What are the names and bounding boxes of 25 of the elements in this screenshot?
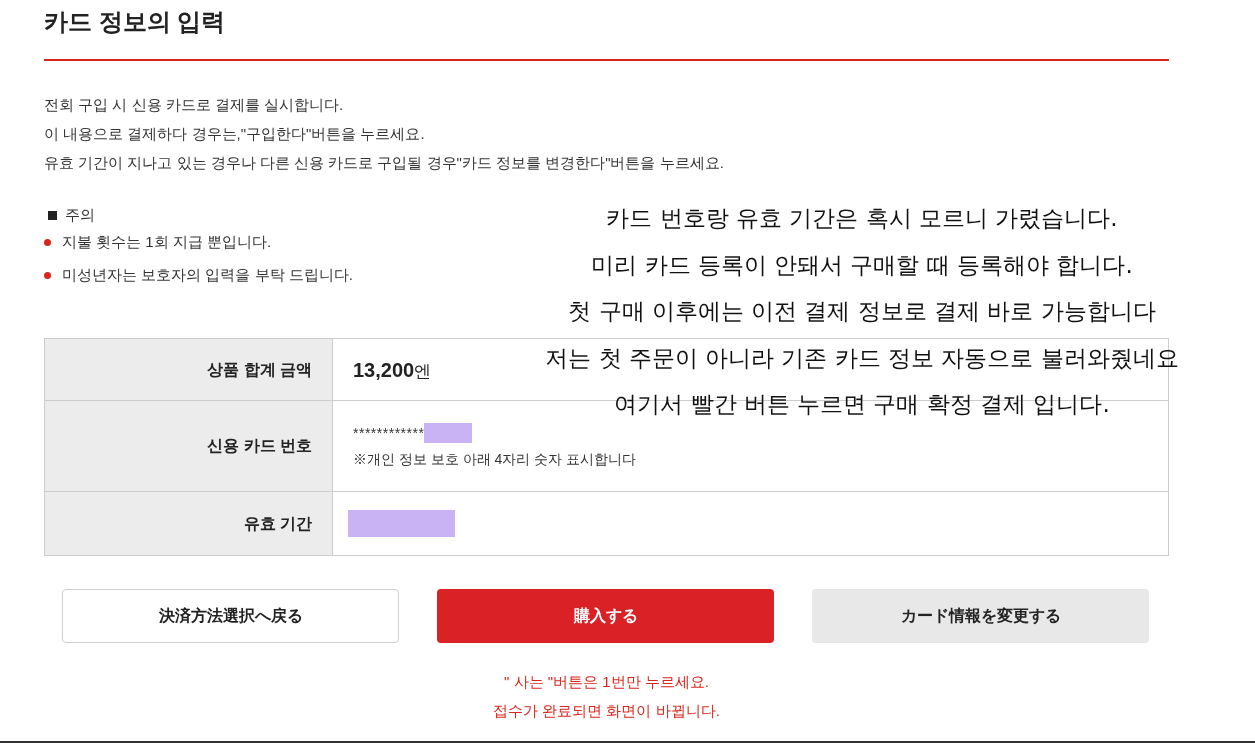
annotation-text: 첫 구매 이후에는 이전 결제 정보로 결제 바로 가능합니다 [568,297,1156,326]
masked-card-number: ************ [353,424,425,443]
square-bullet-icon [48,210,57,220]
notice-item: 미성년자는 보호자의 입력을 부탁 드립니다. [62,265,353,285]
annotation-text: 카드 번호랑 유효 기간은 혹시 모르니 가렸습니다. [606,204,1118,233]
annotation-text: 저는 첫 주문이 아니라 기존 카드 정보 자동으로 불러와줬네요 [545,343,1179,373]
notice-item: 지불 횟수는 1회 지급 뿐입니다. [62,232,272,252]
annotation-text: 여기서 빨간 버튼 누르면 구매 확정 결제 입니다. [614,390,1110,419]
redaction-block [424,423,473,443]
intro-text: 이 내용으로 결제하다 경우는,"구입한다"버튼을 누르세요. [44,124,426,144]
row-label: 신용 카드 번호 [45,401,333,491]
purchase-button[interactable]: 購入する [437,589,774,643]
card-number-note: ※개인 정보 보호 아래 4자리 숫자 표시합니다 [353,450,637,469]
intro-text: 전회 구입 시 신용 카드로 결제를 실시합니다. [44,95,345,115]
page-title: 카드 정보의 입력 [44,7,227,37]
warning-text: 접수가 완료되면 화면이 바뀝니다. [493,701,720,721]
total-amount: 13,200엔 [353,357,432,383]
intro-text: 유효 기간이 지나고 있는 경우나 다른 신용 카드로 구입될 경우"카드 정보를 변경한다"버튼을 누르세요. [44,153,725,173]
notice-title: 주의 [65,205,95,225]
change-card-button[interactable]: カード情報を変更する [812,589,1149,643]
annotation-text: 미리 카드 등록이 안돼서 구매할 때 등록해야 합니다. [591,250,1133,280]
back-button[interactable]: 決済方法選択へ戻る [62,589,399,643]
row-label: 유효 기간 [45,492,333,555]
warning-text: " 사는 "버튼은 1번만 누르세요. [504,672,709,692]
row-label: 상품 합계 금액 [45,339,333,400]
